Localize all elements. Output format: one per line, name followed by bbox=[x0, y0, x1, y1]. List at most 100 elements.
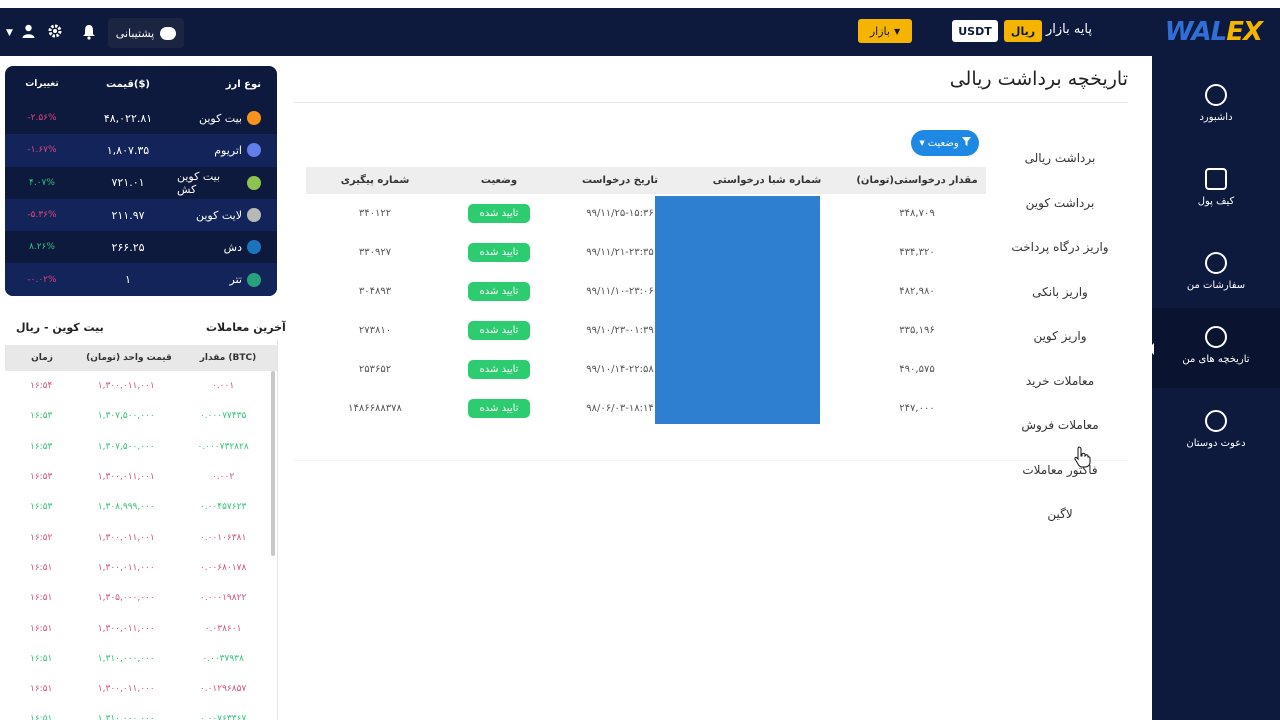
cell-tracking: ۱۴۸۶۶۸۸۳۷۸ bbox=[348, 403, 402, 414]
bitcoin-cash-coin-icon bbox=[247, 175, 261, 190]
coin-name: بیت کوین bbox=[198, 111, 242, 125]
submenu-rial-withdraw[interactable]: برداشت ریالی bbox=[990, 136, 1130, 181]
cell-status: تایید شده bbox=[444, 233, 554, 272]
price-rows: -۲.۵۶% ۴۸,۰۲۲.۸۱ بیت کوین -۱.۶۷% ۱,۸۰۷.۳۵ اتر… bbox=[5, 102, 277, 296]
trade-time: ۱۶:۵۳ bbox=[30, 502, 53, 513]
trade-time: ۱۶:۵۱ bbox=[30, 562, 53, 573]
coin-name: اتریوم bbox=[214, 143, 242, 157]
trades-scrollbar[interactable] bbox=[271, 371, 275, 556]
trade-amount: ۰.۰۰۱۰۶۳۸۱ bbox=[199, 532, 247, 543]
price-row[interactable]: ۸.۲۶% ۲۶۶.۲۵ دش bbox=[5, 231, 277, 263]
price-row[interactable]: -۲.۵۶% ۴۸,۰۲۲.۸۱ بیت کوین bbox=[5, 102, 277, 134]
trade-row: ۱۶:۵۱ ۱,۳۰۰,۰۱۱,۰۰۰ ۰.۰۰۶۸۰۱۷۸ bbox=[5, 553, 271, 583]
bitcoin-icon bbox=[1205, 252, 1227, 274]
trades-header: زمان قیمت واحد (تومان) مقدار (BTC) bbox=[5, 345, 277, 371]
trade-price: ۱,۳۰۰,۰۱۱,۰۰۱ bbox=[97, 532, 155, 543]
bell-icon[interactable] bbox=[82, 24, 96, 44]
price-widget-header: تغییرات قیمت($) نوع ارز bbox=[5, 66, 277, 102]
sidebar-item-dashboard[interactable]: داشبورد bbox=[1152, 66, 1280, 146]
sidebar-item-label: دعوت دوستان bbox=[1186, 438, 1246, 449]
price-row[interactable]: -۵.۳۶% ۲۱۱.۹۷ لایت کوین bbox=[5, 198, 277, 232]
table-row: ۲۵۳۶۵۲ تایید شده ۹۹/۱۰/۱۴-۲۲:۵۸ ۴۹۰,۵۷۵ bbox=[306, 350, 986, 389]
tether-coin-icon bbox=[247, 272, 261, 287]
usdt-base-button[interactable]: USDT bbox=[952, 20, 998, 42]
price-coin: تتر bbox=[177, 272, 277, 287]
trade-amount: ۰.۰۰۰۷۷۴۳۵ bbox=[199, 411, 247, 422]
trade-price: ۱,۳۰۰,۰۱۱,۰۰۰ bbox=[97, 684, 155, 695]
status-badge: تایید شده bbox=[468, 204, 530, 223]
trade-amount: ۰.۰۰۴۵۷۶۲۳ bbox=[199, 502, 247, 513]
cell-amount: ۴۳۴,۳۲۰ bbox=[899, 247, 935, 258]
price-header-change: تغییرات bbox=[25, 79, 59, 89]
chevron-down-icon: ▼ bbox=[893, 26, 901, 36]
submenu-coin-withdraw[interactable]: برداشت کوین bbox=[990, 181, 1130, 226]
trade-price: ۱,۳۰۰,۰۱۱,۰۰۰ bbox=[97, 562, 155, 573]
status-badge: تایید شده bbox=[468, 360, 530, 379]
trade-amount: ۰.۰۰۷۶۳۳۶۷ bbox=[199, 714, 247, 720]
price-coin: اتریوم bbox=[177, 143, 277, 158]
market-dropdown-button[interactable]: بازار ▼ bbox=[858, 19, 912, 43]
main-sidebar: داشبورد کیف پول سفارشات من تاریخچه های م… bbox=[1152, 56, 1280, 720]
trade-time: ۱۶:۵۱ bbox=[30, 684, 53, 695]
trade-price: ۱,۳۰۰,۰۱۱,۰۰۱ bbox=[97, 381, 155, 392]
sidebar-item-history[interactable]: تاریخچه های من bbox=[1152, 308, 1280, 388]
submenu-coin-deposit[interactable]: واریز کوین bbox=[990, 314, 1130, 359]
status-filter-button[interactable]: ▼ وضعیت bbox=[911, 130, 979, 156]
trade-row: ۱۶:۵۱ ۱,۳۱۰,۰۰۰,۰۰۰ ۰.۰۰۳۷۹۳۸ bbox=[5, 644, 271, 674]
cell-amount: ۴۸۲,۹۸۰ bbox=[899, 286, 935, 297]
trades-list[interactable]: ۱۶:۵۴ ۱,۳۰۰,۰۱۱,۰۰۱ ۰.۰۰۱ ۱۶:۵۳ ۱,۳۰۷,۵۰۰,۰۰… bbox=[5, 371, 271, 720]
caret-down-icon[interactable]: ▼ bbox=[6, 28, 13, 38]
gear-icon[interactable] bbox=[48, 24, 62, 42]
price-row[interactable]: ۴.۰۷% ۷۲۱.۰۱ بیت کوین کش bbox=[5, 167, 277, 199]
cell-amount: ۳۴۸,۷۰۹ bbox=[899, 208, 935, 219]
price-value: ۲۶۶.۲۵ bbox=[111, 240, 145, 254]
submenu-bank-deposit[interactable]: واریز بانکی bbox=[990, 270, 1130, 315]
table-row: ۳۰۴۸۹۳ تایید شده ۹۹/۱۱/۱۰-۲۳:۰۶ ۴۸۲,۹۸۰ bbox=[306, 272, 986, 311]
trade-time: ۱۶:۵۱ bbox=[30, 714, 53, 720]
price-value: ۲۱۱.۹۷ bbox=[111, 208, 145, 222]
left-panel-divider bbox=[277, 340, 278, 720]
trade-amount: ۰.۰۰۲ bbox=[211, 472, 235, 483]
walex-logo[interactable]: WAL EX bbox=[1165, 16, 1263, 48]
top-strip bbox=[0, 0, 1280, 8]
trade-price: ۱,۳۱۰,۰۰۰,۰۰۰ bbox=[97, 714, 155, 720]
submenu-trade-invoice[interactable]: فاکتور معاملات bbox=[990, 448, 1130, 493]
chat-bubble-icon bbox=[160, 26, 177, 40]
price-change: -۰.۰۲% bbox=[27, 274, 57, 285]
trade-row: ۱۶:۵۳ ۱,۳۰۸,۹۹۹,۰۰۰ ۰.۰۰۴۵۷۶۲۳ bbox=[5, 492, 271, 522]
trade-time: ۱۶:۵۳ bbox=[30, 441, 53, 452]
trade-amount: ۰.۰۰۶۸۰۱۷۸ bbox=[199, 562, 247, 573]
price-coin: لایت کوین bbox=[177, 208, 277, 223]
price-row[interactable]: -۱.۶۷% ۱,۸۰۷.۳۵ اتریوم bbox=[5, 134, 277, 167]
coin-name: دش bbox=[223, 240, 242, 254]
submenu-buy-trades[interactable]: معاملات خرید bbox=[990, 359, 1130, 404]
submenu-logins[interactable]: لاگین bbox=[990, 492, 1130, 537]
coin-name: لایت کوین bbox=[196, 208, 242, 222]
user-icon[interactable] bbox=[22, 24, 35, 42]
ethereum-coin-icon bbox=[247, 143, 261, 158]
sidebar-item-orders[interactable]: سفارشات من bbox=[1152, 234, 1280, 314]
recent-trades-title: آخرین معاملات bbox=[206, 321, 286, 334]
trade-price: ۱,۳۱۰,۰۰۰,۰۰۰ bbox=[97, 653, 155, 664]
trade-time: ۱۶:۵۱ bbox=[30, 593, 53, 604]
rial-base-button[interactable]: ریال bbox=[1004, 20, 1042, 42]
support-button[interactable]: پشتیبانی bbox=[108, 18, 184, 48]
cell-amount: ۳۳۵,۱۹۶ bbox=[899, 325, 935, 336]
price-coin: بیت کوین bbox=[177, 111, 277, 126]
sidebar-item-wallet[interactable]: کیف پول bbox=[1152, 150, 1280, 230]
trade-time: ۱۶:۵۳ bbox=[30, 472, 53, 483]
price-value: ۴۸,۰۲۲.۸۱ bbox=[103, 111, 153, 125]
support-label: پشتیبانی bbox=[115, 26, 155, 40]
price-widget: تغییرات قیمت($) نوع ارز -۲.۵۶% ۴۸,۰۲۲.۸۱ ب… bbox=[5, 66, 277, 296]
table-header: شماره پیگیری وضعیت تاریخ درخواست شماره ش… bbox=[306, 167, 986, 194]
trades-header-amount: مقدار (BTC) bbox=[199, 353, 257, 363]
trade-amount: ۰.۰۳۸۶۰۱ bbox=[204, 623, 242, 634]
sidebar-item-invite[interactable]: دعوت دوستان bbox=[1152, 392, 1280, 472]
trade-row: ۱۶:۵۳ ۱,۳۰۷,۵۰۰,۰۰۰ ۰.۰۰۰۷۷۴۳۵ bbox=[5, 401, 271, 431]
submenu-sell-trades[interactable]: معاملات فروش bbox=[990, 403, 1130, 448]
wallet-icon bbox=[1205, 168, 1227, 190]
status-badge: تایید شده bbox=[468, 282, 530, 301]
submenu-gateway-deposit[interactable]: واریز درگاه پرداخت bbox=[990, 225, 1130, 270]
price-row[interactable]: -۰.۰۲% ۱ تتر bbox=[5, 263, 277, 296]
trade-time: ۱۶:۵۱ bbox=[30, 653, 53, 664]
